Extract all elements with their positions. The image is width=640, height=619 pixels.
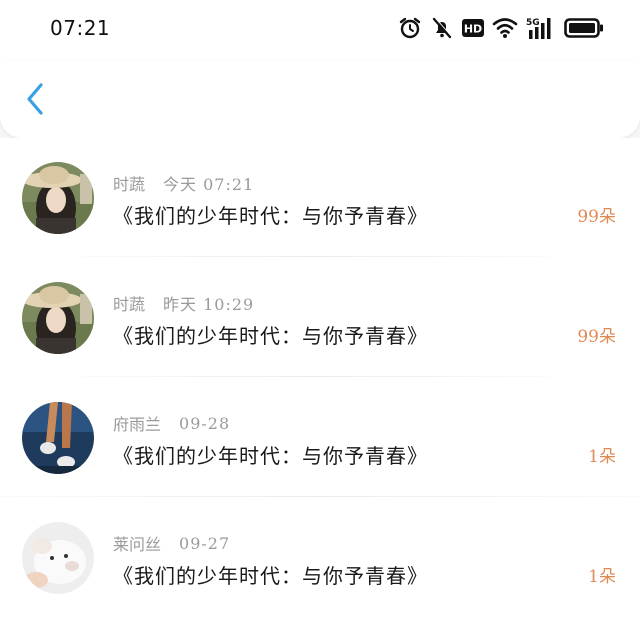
flower-count: 1朵 (588, 447, 616, 467)
divider (82, 376, 548, 377)
avatar[interactable] (22, 282, 94, 354)
record-date: 昨天 10:29 (163, 295, 255, 314)
record-message: 《我们的少年时代：与你予青春》 (113, 564, 428, 588)
sender-name: 时蔬 (113, 295, 146, 314)
status-icons: HD 5G (398, 14, 604, 42)
list-item[interactable]: 莱问丝 09-27 《我们的少年时代：与你予青春》 1朵 (0, 498, 640, 617)
sender-name: 莱问丝 (113, 535, 162, 554)
white-dog-avatar (22, 522, 94, 594)
record-meta: 莱问丝 09-27 (113, 531, 230, 555)
divider (0, 496, 640, 497)
record-date: 09-27 (179, 533, 231, 553)
5g-signal-icon: 5G (526, 16, 556, 40)
hat-girl-avatar (22, 282, 94, 354)
sender-name: 府雨兰 (113, 415, 162, 434)
flower-count: 99朵 (577, 207, 616, 227)
hd-icon: HD (462, 19, 484, 37)
record-meta: 时蔬 昨天 10:29 (113, 291, 254, 315)
record-message: 《我们的少年时代：与你予青春》 (113, 324, 428, 348)
list-item[interactable]: 时蔬 今天 07:21 《我们的少年时代：与你予青春》 99朵 (0, 138, 640, 257)
record-message: 《我们的少年时代：与你予青春》 (113, 204, 428, 228)
divider (82, 256, 548, 257)
battery-icon (564, 17, 604, 39)
avatar[interactable] (22, 402, 94, 474)
record-message: 《我们的少年时代：与你予青春》 (113, 444, 428, 468)
status-time: 07:21 (50, 16, 111, 40)
record-date: 今天 07:21 (163, 175, 255, 194)
back-button[interactable] (18, 82, 52, 120)
svg-text:HD: HD (464, 23, 482, 36)
list-item[interactable]: 府雨兰 09-28 《我们的少年时代：与你予青春》 1朵 (0, 378, 640, 497)
mute-icon (430, 16, 454, 40)
gift-record-list: 时蔬 今天 07:21 《我们的少年时代：与你予青春》 99朵 时蔬 昨天 10… (0, 138, 640, 619)
flower-count: 99朵 (577, 327, 616, 347)
record-meta: 时蔬 今天 07:21 (113, 171, 254, 195)
status-bar: 07:21 HD 5G (0, 0, 640, 60)
avatar[interactable] (22, 162, 94, 234)
alarm-icon (398, 16, 422, 40)
avatar[interactable] (22, 522, 94, 594)
nav-bar (0, 60, 640, 138)
sender-name: 时蔬 (113, 175, 146, 194)
flower-count: 1朵 (588, 567, 616, 587)
record-date: 09-28 (179, 413, 231, 433)
chevron-left-icon (25, 82, 45, 120)
runner-legs-avatar (22, 402, 94, 474)
record-meta: 府雨兰 09-28 (113, 411, 230, 435)
list-item[interactable]: 时蔬 昨天 10:29 《我们的少年时代：与你予青春》 99朵 (0, 258, 640, 377)
hat-girl-avatar (22, 162, 94, 234)
svg-text:5G: 5G (526, 18, 540, 28)
wifi-icon (492, 17, 518, 39)
